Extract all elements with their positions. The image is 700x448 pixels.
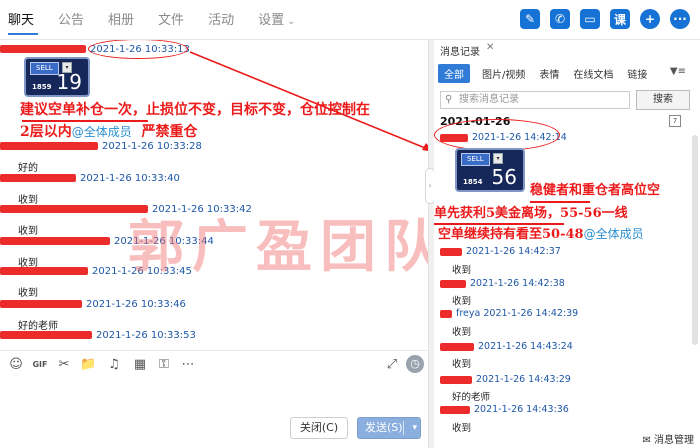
calendar-icon[interactable]: 7 [669, 115, 681, 127]
dropdown-arrow-icon: ▾ [493, 153, 503, 164]
annotation-line-3: 空单继续持有看至50-48@全体成员 [434, 224, 644, 245]
time: 2021-1-26 14:43:29 [476, 374, 571, 385]
time: 2021-1-26 14:42:37 [466, 246, 561, 257]
history-tab-media[interactable]: 图片/视频 [482, 66, 525, 81]
history-message-time: 2021-1-26 14:43:36 [440, 404, 569, 415]
chevron-down-icon[interactable]: ▾ [412, 418, 417, 438]
redacted-sender [440, 342, 474, 351]
send-divider [403, 421, 404, 435]
annotation-ellipse [434, 119, 560, 151]
history-message-time: freya 2021-1-26 14:42:39 [440, 308, 578, 319]
history-tab-docs[interactable]: 在线文档 [573, 66, 613, 81]
history-message-time: 2021-1-26 14:43:24 [440, 341, 573, 352]
message-input[interactable] [0, 378, 428, 412]
sell-big-price: 56 [491, 165, 517, 189]
history-message-time: 2021-1-26 14:42:37 [440, 246, 561, 257]
search-button[interactable]: 搜索 [636, 90, 690, 110]
history-message-text: 好的老师 [452, 392, 491, 403]
gif-icon[interactable]: GIF [32, 357, 48, 373]
composer-toolbar: ☺ GIF ✂ 📁 ♫ ▦ ⚿ ⋯ ⤢ ◷ [0, 350, 428, 378]
history-message-time: 2021-1-26 14:42:38 [440, 278, 565, 289]
annotation-underline [434, 223, 564, 225]
history-title: 消息记录 [440, 47, 480, 58]
time: 2021-1-26 14:43:24 [478, 341, 573, 352]
time: 2021-1-26 14:42:38 [470, 278, 565, 289]
annotation-underline [530, 201, 590, 203]
mention-all-members[interactable]: @全体成员 [584, 227, 644, 241]
history-tab-stickers[interactable]: 表情 [539, 66, 559, 81]
history-tab-all[interactable]: 全部 [438, 64, 470, 83]
history-message-text: 收到 [452, 327, 472, 338]
message-history-panel: 消息记录 ✕ 全部 图片/视频 表情 在线文档 链接 ▼≡ ⚲ 搜索消息记录 搜… [434, 40, 700, 448]
send-label: 发送(S) [365, 421, 403, 434]
more-horizontal-icon[interactable]: ⋯ [180, 357, 196, 373]
history-tab-links[interactable]: 链接 [627, 66, 647, 81]
music-icon[interactable]: ♫ [106, 357, 122, 373]
redacted-sender [440, 309, 452, 318]
history-scrollbar[interactable] [692, 135, 698, 345]
time: 2021-1-26 14:42:39 [483, 308, 579, 319]
sell-label: SELL [461, 153, 490, 166]
filter-icon[interactable]: ▼≡ [670, 66, 686, 77]
search-icon: ⚲ [445, 94, 453, 105]
sell-small-price: 1854 [463, 178, 483, 186]
redacted-sender [440, 279, 466, 288]
history-filter-tabs: 全部 图片/视频 表情 在线文档 链接 [438, 64, 661, 83]
history-message-text: 收到 [452, 265, 472, 276]
annotation-line-1: 稳健者和重仓者高位空 [530, 183, 661, 198]
scissors-icon[interactable]: ✂ [56, 357, 72, 373]
sender-name: freya [456, 308, 481, 319]
history-search-input[interactable]: ⚲ 搜索消息记录 [440, 91, 630, 109]
redacted-sender [440, 247, 462, 256]
emoji-icon[interactable]: ☺ [8, 357, 24, 373]
history-message-time: 2021-1-26 14:43:29 [440, 374, 571, 385]
history-message-text: 收到 [452, 423, 472, 434]
redacted-sender [440, 375, 472, 384]
search-placeholder: 搜索消息记录 [459, 94, 519, 105]
folder-icon[interactable]: 📁 [80, 357, 96, 373]
footer-label: 消息管理 [654, 435, 694, 446]
sell-order-image[interactable]: SELL ▾ 1854 56 [455, 148, 525, 192]
arrow-line [189, 51, 431, 151]
annotation-line-2: 单先获利5美金离场，55-56一线 [434, 206, 628, 221]
clock-icon[interactable]: ◷ [406, 355, 424, 373]
annotation-line-3-red: 空单继续持有看至50-48 [438, 227, 584, 242]
expand-icon[interactable]: ⤢ [384, 357, 400, 373]
history-message-text: 收到 [452, 296, 472, 307]
annotation-text-2: 稳健者和重仓者高位空 [530, 181, 660, 201]
close-button[interactable]: 关闭(C) [290, 417, 348, 439]
redacted-sender [440, 405, 470, 414]
image-icon[interactable]: ▦ [132, 357, 148, 373]
time: 2021-1-26 14:43:36 [474, 404, 569, 415]
history-message-text: 收到 [452, 359, 472, 370]
send-button[interactable]: 发送(S) ▾ [357, 417, 421, 439]
mute-bell-icon[interactable]: ⚿ [156, 357, 172, 373]
close-icon[interactable]: ✕ [486, 42, 494, 53]
message-management-link[interactable]: ✉ 消息管理 [642, 431, 694, 446]
